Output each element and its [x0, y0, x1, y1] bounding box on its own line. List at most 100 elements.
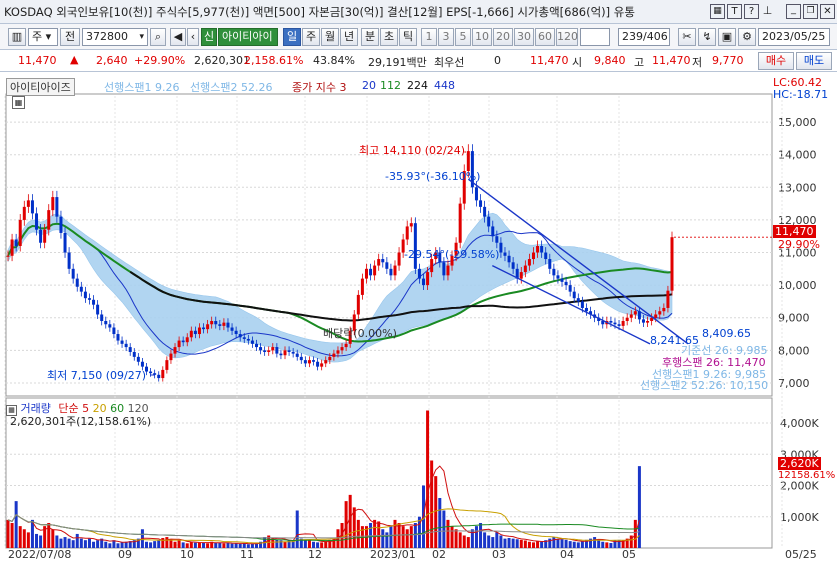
minute-3[interactable]: 3 [438, 28, 454, 46]
period-tick[interactable]: 틱 [399, 28, 417, 46]
candle-body [564, 281, 568, 286]
volume-bar [185, 543, 189, 548]
volume-bar [536, 541, 540, 548]
legend-close-ma: 종가 지수 3 [292, 81, 347, 94]
all-button[interactable]: 전 [60, 28, 80, 46]
volume-bar [580, 541, 584, 548]
candle-body [112, 327, 116, 335]
candle-body [193, 330, 197, 335]
candle-body [206, 324, 210, 330]
period-year[interactable]: 년 [340, 28, 358, 46]
volume-bar [434, 476, 438, 548]
candle-body [409, 223, 413, 227]
volume-bar [389, 526, 393, 548]
candle-body [210, 321, 214, 325]
buy-button[interactable]: 매수 [758, 52, 794, 70]
candle-body [136, 356, 140, 362]
volume-bar [303, 539, 307, 548]
period-day[interactable]: 일 [283, 28, 301, 46]
candle-body [279, 353, 283, 356]
period-custom-input[interactable] [580, 28, 610, 46]
volume-bar [511, 538, 515, 548]
arrow-left-icon[interactable]: ‹ [187, 28, 199, 46]
volume-bar [26, 532, 30, 548]
minute-120[interactable]: 120 [556, 28, 578, 46]
candle-body [413, 223, 417, 269]
candle-body [621, 321, 625, 326]
candle-body [35, 213, 39, 230]
date-label: 11 [240, 548, 254, 561]
settings-icon[interactable]: ⚙ [738, 28, 756, 46]
minute-5[interactable]: 5 [455, 28, 471, 46]
date-label: 12 [308, 548, 322, 561]
volume-bar [230, 543, 234, 548]
volume-bar [405, 529, 409, 548]
candle-body [417, 268, 421, 279]
candle-body [39, 229, 43, 243]
candle-body [177, 340, 181, 348]
period-week[interactable]: 주 [302, 28, 320, 46]
candle-body [426, 272, 430, 286]
volume-bar [83, 540, 87, 548]
speaker-icon[interactable]: ◀ [170, 28, 186, 46]
chart-grid-icon[interactable]: ▦ [12, 96, 25, 109]
help-icon[interactable]: ? [744, 4, 759, 19]
volume-bar [609, 543, 613, 548]
date-input[interactable]: 2023/05/25 [758, 28, 830, 46]
candle-body [222, 322, 226, 326]
price-change: 2,640 [96, 54, 128, 67]
volume-bar [71, 540, 75, 548]
search-icon[interactable]: ⌕ [150, 28, 166, 46]
candle-body [646, 321, 650, 323]
candle-body [263, 350, 267, 352]
volume-bar [234, 543, 238, 548]
volume-bar [507, 538, 511, 548]
date-label: 2022/07/08 [8, 548, 71, 561]
volume-bar [377, 521, 381, 548]
candle-body [197, 327, 201, 335]
minute-20[interactable]: 20 [493, 28, 513, 46]
sell-button[interactable]: 매도 [796, 52, 832, 70]
candle-body [666, 290, 670, 308]
volume-bar [385, 532, 389, 548]
restore-icon[interactable]: ❐ [803, 4, 818, 19]
candle-body [548, 259, 552, 269]
market-select[interactable]: 주 ▾ [28, 28, 58, 46]
legend-stock-name[interactable]: 아이티아이즈 [6, 78, 75, 96]
close-icon[interactable]: ✕ [820, 4, 835, 19]
candle-body [344, 343, 348, 348]
volume-bar [487, 535, 491, 548]
minute-60[interactable]: 60 [535, 28, 555, 46]
minute-10[interactable]: 10 [472, 28, 492, 46]
legend-span1: 선행스팬1 9.26 [104, 81, 180, 94]
candle-body [572, 291, 576, 299]
volume-bar [87, 538, 91, 548]
text-icon[interactable]: T [727, 4, 742, 19]
volume-bar [79, 538, 83, 548]
grid-icon[interactable]: ▦ [710, 4, 725, 19]
period-month[interactable]: 월 [321, 28, 339, 46]
volume-bar [348, 494, 352, 548]
volume-bar [222, 543, 226, 548]
volume-bar [564, 539, 568, 548]
candle-body [483, 206, 487, 217]
candle-body [47, 210, 51, 230]
minute-1[interactable]: 1 [421, 28, 437, 46]
minute-30[interactable]: 30 [514, 28, 534, 46]
pin-icon[interactable]: ⊥ [761, 4, 774, 17]
zoom-chart-icon[interactable]: ↯ [698, 28, 716, 46]
date-label: 2023/01 [370, 548, 416, 561]
stock-code-input[interactable]: 372800 ▾ [82, 28, 148, 46]
period-minute[interactable]: 분 [361, 28, 379, 46]
minimize-icon[interactable]: _ [786, 4, 801, 19]
candle-body [108, 324, 112, 328]
save-icon[interactable]: ▣ [718, 28, 736, 46]
period-second[interactable]: 초 [380, 28, 398, 46]
volume-bar [556, 538, 560, 548]
panel-toggle-icon[interactable]: ▥ [8, 28, 26, 46]
data-count-field[interactable]: 239/406 [618, 28, 670, 46]
scissors-icon[interactable]: ✂ [678, 28, 696, 46]
volume-bar [104, 541, 108, 548]
candle-body [242, 337, 246, 339]
candle-body [397, 252, 401, 266]
